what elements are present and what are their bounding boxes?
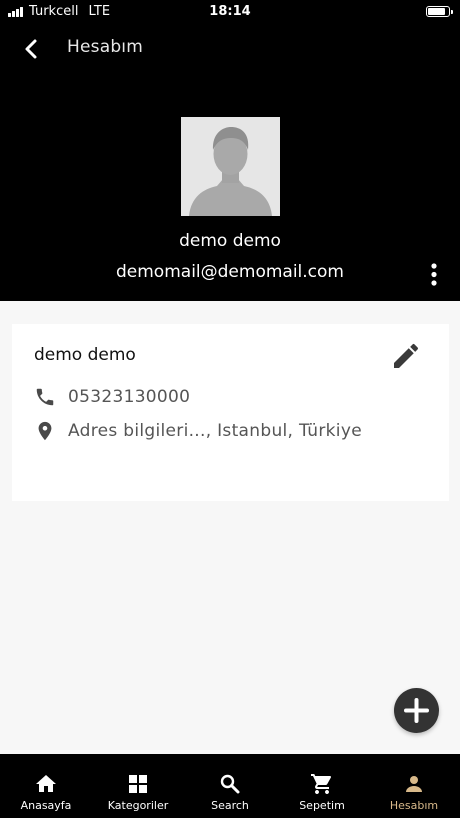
- address-text: Adres bilgileri..., Istanbul, Türkiye: [68, 421, 362, 441]
- more-vertical-icon: [431, 263, 437, 286]
- grid-icon: [129, 775, 147, 793]
- nav-item-account[interactable]: Hesabım: [368, 754, 460, 818]
- profile-email: demomail@demomail.com: [116, 262, 344, 282]
- battery-level: [428, 8, 445, 15]
- address-card[interactable]: demo demo 05323130000 Adres bilgileri...…: [12, 324, 449, 501]
- app-bar: Hesabım: [0, 24, 460, 74]
- back-button[interactable]: [18, 36, 48, 62]
- profile-name: demo demo: [179, 231, 281, 251]
- person-silhouette-icon: [181, 117, 280, 216]
- nav-label-account: Hesabım: [389, 799, 439, 812]
- plus-icon: [404, 698, 429, 723]
- nav-label-cart: Sepetim: [299, 799, 345, 812]
- status-time: 18:14: [209, 4, 251, 19]
- nav-label-categories: Kategoriler: [107, 799, 169, 812]
- nav-label-home: Anasayfa: [20, 799, 72, 812]
- cart-icon: [311, 774, 332, 794]
- battery-icon: [426, 6, 453, 17]
- more-options-button[interactable]: [424, 261, 444, 289]
- avatar: [181, 117, 280, 216]
- phone-icon: [36, 388, 54, 406]
- nav-item-home[interactable]: Anasayfa: [0, 754, 92, 818]
- chevron-left-icon: [25, 39, 37, 59]
- add-address-button[interactable]: [394, 688, 439, 733]
- phone-number: 05323130000: [68, 387, 191, 407]
- status-bar: Turkcell LTE 18:14: [0, 0, 460, 24]
- address-row: Adres bilgileri..., Istanbul, Türkiye: [34, 420, 362, 442]
- bottom-nav: Anasayfa Kategoriler Search Sepetim Hesa…: [0, 754, 460, 818]
- nav-item-cart[interactable]: Sepetim: [276, 754, 368, 818]
- address-name: demo demo: [34, 345, 136, 365]
- location-pin-icon: [38, 421, 52, 441]
- home-icon: [36, 775, 56, 792]
- nav-item-search[interactable]: Search: [184, 754, 276, 818]
- phone-row: 05323130000: [34, 386, 190, 408]
- nav-item-categories[interactable]: Kategoriler: [92, 754, 184, 818]
- page-title: Hesabım: [67, 37, 143, 57]
- search-icon: [220, 774, 240, 794]
- edit-address-button[interactable]: [390, 340, 422, 372]
- pencil-icon: [394, 343, 419, 368]
- profile-header: demo demo demomail@demomail.com: [0, 74, 460, 301]
- nav-label-search: Search: [211, 799, 249, 812]
- person-icon: [406, 776, 422, 792]
